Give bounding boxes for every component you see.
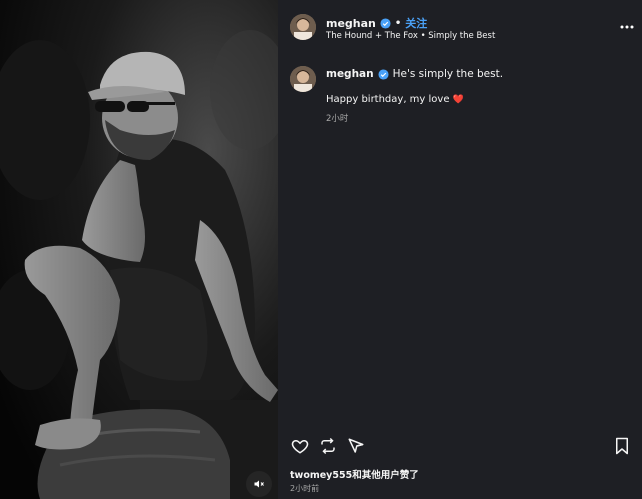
author-line: meghan • 关注 xyxy=(326,15,427,31)
author-name[interactable]: meghan xyxy=(326,17,376,30)
repost-button[interactable] xyxy=(318,436,338,456)
post-timestamp: 2小时前 xyxy=(290,484,320,493)
action-bar xyxy=(290,436,632,458)
audio-track[interactable]: The Hound + The Fox • Simply the Best xyxy=(326,31,495,41)
bookmark-icon xyxy=(616,437,628,455)
post-detail-panel: meghan • 关注 The Hound + The Fox • Simply… xyxy=(278,0,642,499)
caption-author-avatar[interactable] xyxy=(290,66,316,92)
post-header: meghan • 关注 The Hound + The Fox • Simply… xyxy=(290,14,642,50)
caption-timestamp: 2小时 xyxy=(326,114,349,124)
save-button[interactable] xyxy=(612,436,632,456)
separator: • xyxy=(394,17,402,29)
send-icon xyxy=(348,438,364,453)
verified-badge-icon xyxy=(380,17,391,29)
like-button[interactable] xyxy=(290,436,310,456)
mute-button[interactable] xyxy=(246,471,272,497)
share-button[interactable] xyxy=(346,436,366,456)
heart-outline-icon xyxy=(291,439,309,454)
heart-emoji: ❤️ xyxy=(452,95,464,105)
more-options-button[interactable] xyxy=(620,18,634,33)
post-viewer: meghan • 关注 The Hound + The Fox • Simply… xyxy=(0,0,642,499)
likes-summary[interactable]: twomey555和其他用户赞了 xyxy=(290,467,419,481)
caption-line: meghan He's simply the best. xyxy=(326,68,503,80)
verified-badge-icon xyxy=(378,68,389,80)
avatar-image xyxy=(290,66,316,92)
speaker-muted-icon xyxy=(254,480,264,488)
photo-illustration xyxy=(0,0,278,499)
author-avatar[interactable] xyxy=(290,14,316,40)
caption-text: He's simply the best. xyxy=(392,68,504,80)
caption-text-2: Happy birthday, my love xyxy=(326,94,450,105)
caption-text-line2: Happy birthday, my love ❤️ xyxy=(326,94,464,105)
avatar-image xyxy=(290,14,316,40)
post-photo[interactable] xyxy=(0,0,278,499)
more-icon xyxy=(620,25,634,29)
repost-icon xyxy=(321,437,335,455)
caption-author-name[interactable]: meghan xyxy=(326,68,374,80)
follow-button[interactable]: 关注 xyxy=(405,15,427,31)
